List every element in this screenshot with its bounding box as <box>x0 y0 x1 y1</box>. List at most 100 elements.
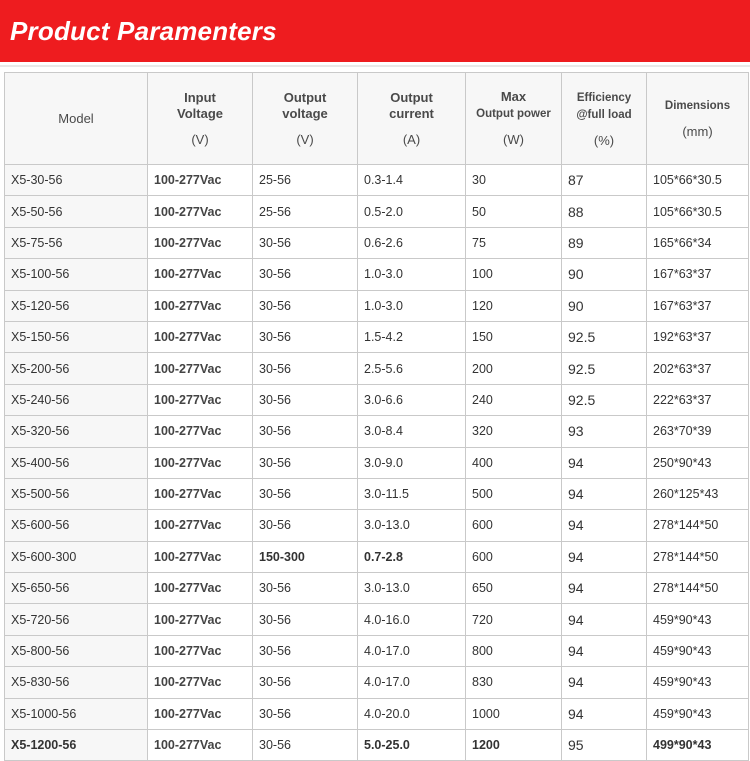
output-current-cell: 2.5-5.6 <box>357 352 466 385</box>
output-current-cell: 4.0-17.0 <box>357 666 466 699</box>
efficiency-cell: 89 <box>561 226 647 260</box>
header-output-current: Output current (A) <box>357 72 466 165</box>
output-current-cell: 1.0-3.0 <box>357 258 466 291</box>
output-voltage-cell: 30-56 <box>252 572 358 605</box>
input-voltage-cell: 100-277Vac <box>147 415 253 448</box>
header-input-voltage: Input Voltage (V) <box>147 72 253 165</box>
dimensions-cell: 278*144*50 <box>646 572 749 605</box>
model-cell: X5-1200-56 <box>4 729 148 761</box>
output-voltage-cell: 30-56 <box>252 289 358 322</box>
header-efficiency: Efficiency @full load (%) <box>561 72 647 165</box>
product-parameters-table: Model Input Voltage (V) Output voltage (… <box>4 72 749 761</box>
max-power-cell: 200 <box>465 352 562 385</box>
output-current-cell: 0.6-2.6 <box>357 226 466 260</box>
output-current-cell: 3.0-6.6 <box>357 383 466 417</box>
output-current-cell: 1.5-4.2 <box>357 320 466 354</box>
output-current-cell: 4.0-20.0 <box>357 697 466 731</box>
header-dimensions: Dimensions (mm) <box>646 72 749 165</box>
output-current-cell: 4.0-16.0 <box>357 603 466 636</box>
table-body: X5-30-56 100-277Vac 25-56 0.3-1.4 30 87 105*66… <box>4 163 749 761</box>
model-cell: X5-600-300 <box>4 540 148 574</box>
max-power-cell: 600 <box>465 509 562 542</box>
model-cell: X5-650-56 <box>4 572 148 605</box>
model-cell: X5-1000-56 <box>4 697 148 731</box>
output-current-cell: 3.0-11.5 <box>357 477 466 511</box>
max-power-cell: 120 <box>465 289 562 322</box>
header-outc-unit: (A) <box>402 131 421 147</box>
header-input-l1: Input <box>184 89 216 105</box>
header-eff-unit: (%) <box>593 132 615 148</box>
dimensions-cell: 167*63*37 <box>646 258 749 291</box>
efficiency-cell: 94 <box>561 572 647 605</box>
table-row: X5-720-56 100-277Vac 30-56 4.0-16.0 720 94 459… <box>4 603 749 636</box>
output-voltage-cell: 30-56 <box>252 509 358 542</box>
header-power-l2: Output power <box>476 108 551 120</box>
efficiency-cell: 94 <box>561 509 647 542</box>
max-power-cell: 150 <box>465 320 562 354</box>
output-voltage-cell: 30-56 <box>252 634 358 668</box>
input-voltage-cell: 100-277Vac <box>147 163 253 197</box>
header-power-l1: Max <box>500 89 527 104</box>
output-voltage-cell: 25-56 <box>252 195 358 228</box>
output-current-cell: 4.0-17.0 <box>357 634 466 668</box>
max-power-cell: 1200 <box>465 729 562 761</box>
model-cell: X5-100-56 <box>4 258 148 291</box>
model-cell: X5-240-56 <box>4 383 148 417</box>
header-model: Model <box>4 72 148 165</box>
efficiency-cell: 92.5 <box>561 352 647 385</box>
table-row: X5-650-56 100-277Vac 30-56 3.0-13.0 650 94 278… <box>4 572 749 605</box>
output-voltage-cell: 150-300 <box>252 540 358 574</box>
header-outv-l2: voltage <box>282 105 328 121</box>
dimensions-cell: 459*90*43 <box>646 634 749 668</box>
table-row: X5-100-56 100-277Vac 30-56 1.0-3.0 100 90 167*… <box>4 258 749 291</box>
max-power-cell: 1000 <box>465 697 562 731</box>
max-power-cell: 720 <box>465 603 562 636</box>
model-cell: X5-720-56 <box>4 603 148 636</box>
input-voltage-cell: 100-277Vac <box>147 289 253 322</box>
efficiency-cell: 94 <box>561 634 647 668</box>
output-current-cell: 1.0-3.0 <box>357 289 466 322</box>
header-input-unit: (V) <box>191 131 209 147</box>
output-voltage-cell: 30-56 <box>252 477 358 511</box>
input-voltage-cell: 100-277Vac <box>147 509 253 542</box>
dimensions-cell: 202*63*37 <box>646 352 749 385</box>
table-row: X5-120-56 100-277Vac 30-56 1.0-3.0 120 90 167*… <box>4 289 749 322</box>
efficiency-cell: 94 <box>561 666 647 699</box>
dimensions-cell: 250*90*43 <box>646 446 749 479</box>
header-dim-unit: (mm) <box>682 124 713 139</box>
dimensions-cell: 105*66*30.5 <box>646 195 749 228</box>
dimensions-cell: 459*90*43 <box>646 666 749 699</box>
max-power-cell: 650 <box>465 572 562 605</box>
header-max-output-power: Max Output power (W) <box>465 72 562 165</box>
input-voltage-cell: 100-277Vac <box>147 603 253 636</box>
output-current-cell: 3.0-13.0 <box>357 509 466 542</box>
dimensions-cell: 278*144*50 <box>646 509 749 542</box>
table-row: X5-600-300 100-277Vac 150-300 0.7-2.8 600 94 2… <box>4 540 749 574</box>
banner-title: Product Paramenters <box>10 16 277 46</box>
dimensions-cell: 260*125*43 <box>646 477 749 511</box>
model-cell: X5-830-56 <box>4 666 148 699</box>
output-voltage-cell: 30-56 <box>252 729 358 761</box>
model-cell: X5-150-56 <box>4 320 148 354</box>
table-row: X5-320-56 100-277Vac 30-56 3.0-8.4 320 93 263*… <box>4 415 749 448</box>
input-voltage-cell: 100-277Vac <box>147 352 253 385</box>
dimensions-cell: 459*90*43 <box>646 697 749 731</box>
table-row: X5-50-56 100-277Vac 25-56 0.5-2.0 50 88 105*66… <box>4 195 749 228</box>
max-power-cell: 240 <box>465 383 562 417</box>
input-voltage-cell: 100-277Vac <box>147 446 253 479</box>
dimensions-cell: 222*63*37 <box>646 383 749 417</box>
header-eff-l2: @full load <box>576 108 632 121</box>
input-voltage-cell: 100-277Vac <box>147 226 253 260</box>
dimensions-cell: 192*63*37 <box>646 320 749 354</box>
output-current-cell: 5.0-25.0 <box>357 729 466 761</box>
table-row: X5-30-56 100-277Vac 25-56 0.3-1.4 30 87 105*66… <box>4 163 749 197</box>
input-voltage-cell: 100-277Vac <box>147 729 253 761</box>
output-voltage-cell: 30-56 <box>252 320 358 354</box>
max-power-cell: 100 <box>465 258 562 291</box>
header-output-voltage: Output voltage (V) <box>252 72 358 165</box>
model-cell: X5-30-56 <box>4 163 148 197</box>
max-power-cell: 800 <box>465 634 562 668</box>
table-row: X5-830-56 100-277Vac 30-56 4.0-17.0 830 94 459… <box>4 666 749 699</box>
input-voltage-cell: 100-277Vac <box>147 477 253 511</box>
efficiency-cell: 94 <box>561 540 647 574</box>
